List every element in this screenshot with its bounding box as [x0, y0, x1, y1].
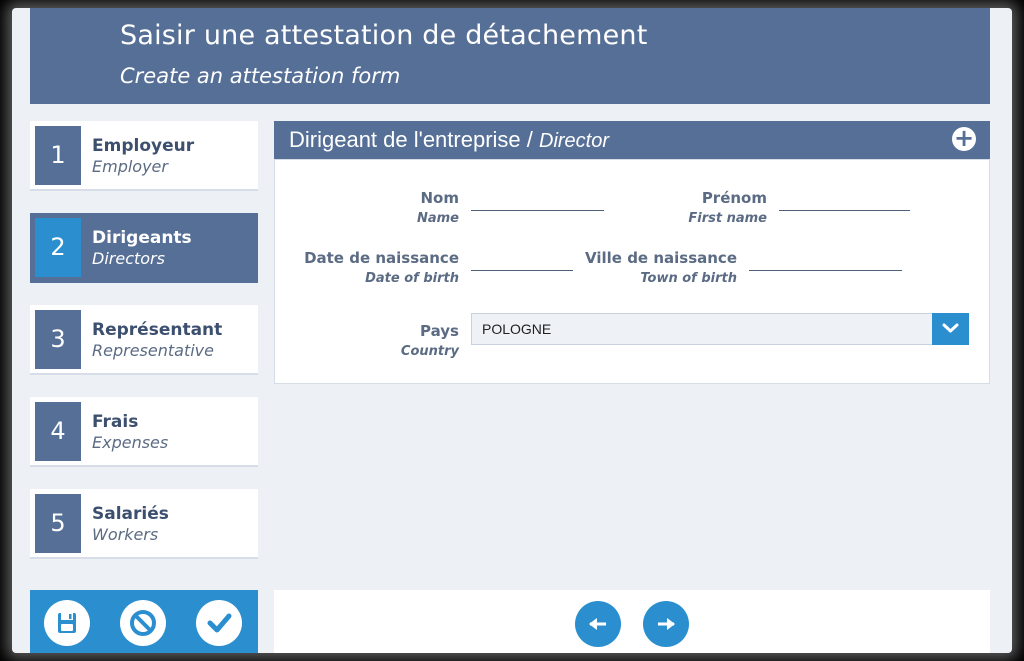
step-workers[interactable]: 5 Salariés Workers — [30, 489, 258, 559]
app-window: Saisir une attestation de détachement Cr… — [12, 8, 1012, 653]
country-sublabel: Country — [400, 344, 459, 359]
step-expenses[interactable]: 4 Frais Expenses — [30, 397, 258, 467]
panel-title-separator: / — [520, 127, 539, 152]
check-icon[interactable] — [196, 600, 242, 646]
step-number: 1 — [35, 126, 81, 185]
step-number: 4 — [35, 402, 81, 461]
step-representative[interactable]: 3 Représentant Representative — [30, 305, 258, 375]
step-sublabel: Workers — [92, 525, 159, 544]
step-label: Salariés — [92, 504, 169, 524]
arrow-left-icon[interactable] — [575, 601, 621, 647]
page-subtitle: Create an attestation form — [120, 64, 401, 88]
arrow-right-icon[interactable] — [643, 601, 689, 647]
birthtown-input[interactable] — [749, 250, 906, 272]
page-header: Saisir une attestation de détachement Cr… — [30, 8, 990, 104]
prenom-field[interactable] — [779, 190, 914, 212]
step-number: 2 — [35, 218, 81, 277]
step-label: Employeur — [92, 136, 195, 156]
step-sublabel: Employer — [92, 157, 168, 176]
panel-title-fr: Dirigeant de l'entreprise — [289, 127, 521, 152]
director-panel-header: Dirigeant de l'entreprise / Director + — [274, 121, 990, 159]
nom-field[interactable] — [471, 190, 608, 212]
nom-label: Nom — [420, 189, 460, 207]
plus-circle-icon[interactable]: + — [952, 126, 976, 151]
step-label: Dirigeants — [92, 228, 192, 248]
save-icon[interactable] — [44, 600, 90, 646]
country-value: POLOGNE — [482, 321, 552, 337]
birthdate-input[interactable] — [471, 250, 577, 272]
step-employer[interactable]: 1 Employeur Employer — [30, 121, 258, 191]
panel-title: Dirigeant de l'entreprise / Director — [289, 127, 609, 153]
prenom-label: Prénom — [701, 189, 767, 207]
step-sublabel: Representative — [92, 341, 214, 360]
prenom-input[interactable] — [779, 190, 914, 212]
step-sublabel: Directors — [92, 249, 165, 268]
panel-title-en: Director — [539, 130, 610, 152]
step-label: Représentant — [92, 320, 223, 340]
director-form: Nom Name Prénom First name Date de naiss… — [274, 159, 990, 384]
birthtown-sublabel: Town of birth — [640, 271, 737, 286]
chevron-down-icon[interactable] — [932, 313, 969, 345]
action-bar — [30, 590, 258, 653]
country-select[interactable]: POLOGNE — [471, 313, 969, 345]
nom-input[interactable] — [471, 190, 608, 212]
step-sublabel: Expenses — [92, 433, 169, 452]
prenom-sublabel: First name — [688, 211, 767, 226]
country-label: Pays — [420, 322, 459, 340]
birthtown-field[interactable] — [749, 250, 906, 272]
step-number: 3 — [35, 310, 81, 369]
cancel-icon[interactable] — [120, 600, 166, 646]
birthdate-sublabel: Date of birth — [365, 271, 459, 286]
birthtown-label: Ville de naissance — [585, 249, 737, 267]
nom-sublabel: Name — [416, 211, 459, 226]
birthdate-label: Date de naissance — [304, 249, 459, 267]
navigation-bar — [274, 590, 990, 653]
step-directors[interactable]: 2 Dirigeants Directors — [30, 213, 258, 283]
page-title: Saisir une attestation de détachement — [120, 20, 648, 51]
birthdate-field[interactable] — [471, 250, 577, 272]
step-number: 5 — [35, 494, 81, 553]
step-label: Frais — [92, 412, 139, 432]
